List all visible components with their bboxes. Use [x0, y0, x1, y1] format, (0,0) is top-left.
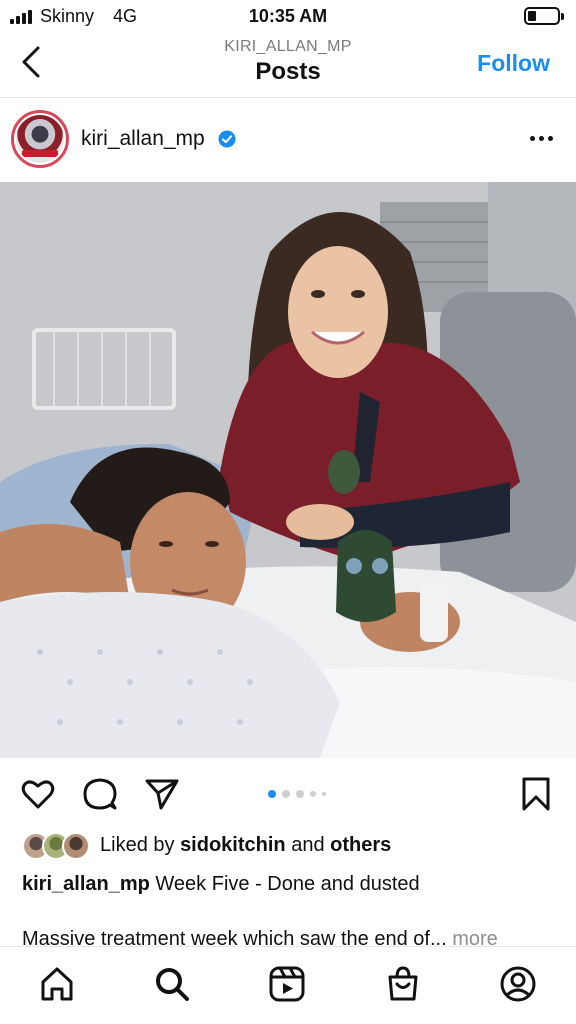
search-icon[interactable] — [153, 965, 191, 1003]
profile-icon[interactable] — [499, 965, 537, 1003]
send-icon[interactable] — [144, 776, 180, 812]
post-photo[interactable] — [0, 182, 576, 758]
likes-row[interactable]: Liked by sidokitchin and others — [22, 832, 562, 860]
reels-icon[interactable] — [268, 965, 306, 1003]
post-header: kiri_allan_mp — [0, 100, 576, 182]
likes-others[interactable]: others — [330, 834, 391, 856]
avatar[interactable] — [11, 110, 69, 168]
verified-badge-icon — [218, 130, 236, 148]
bottom-nav — [0, 946, 576, 1024]
shop-icon[interactable] — [384, 965, 422, 1003]
likes-text: Liked by sidokitchin and others — [100, 834, 391, 857]
likes-joiner: and — [291, 834, 325, 856]
carousel-indicator — [268, 790, 348, 798]
caption: kiri_allan_mp Week Five - Done and duste… — [22, 873, 420, 896]
status-bar: Skinny 4G 10:35 AM — [0, 0, 576, 34]
caption-text: Week Five - Done and dusted — [155, 873, 420, 895]
follow-button[interactable]: Follow — [477, 50, 550, 77]
status-time: 10:35 AM — [248, 6, 328, 26]
bookmark-icon[interactable] — [518, 776, 554, 812]
more-horizontal-icon[interactable] — [530, 136, 554, 144]
heart-icon[interactable] — [20, 776, 56, 812]
comment-icon[interactable] — [82, 776, 118, 812]
liked-by-user[interactable]: sidokitchin — [180, 834, 286, 856]
post-username[interactable]: kiri_allan_mp — [81, 127, 205, 151]
home-icon[interactable] — [38, 965, 76, 1003]
nav-header: KIRI_ALLAN_MP Posts Follow — [0, 34, 576, 98]
likes-prefix: Liked by — [100, 834, 175, 856]
battery-icon — [524, 7, 564, 25]
liker-avatars — [22, 832, 94, 860]
post-actions — [0, 768, 576, 820]
post-photo-illustration — [0, 182, 576, 758]
caption-username[interactable]: kiri_allan_mp — [22, 873, 150, 895]
